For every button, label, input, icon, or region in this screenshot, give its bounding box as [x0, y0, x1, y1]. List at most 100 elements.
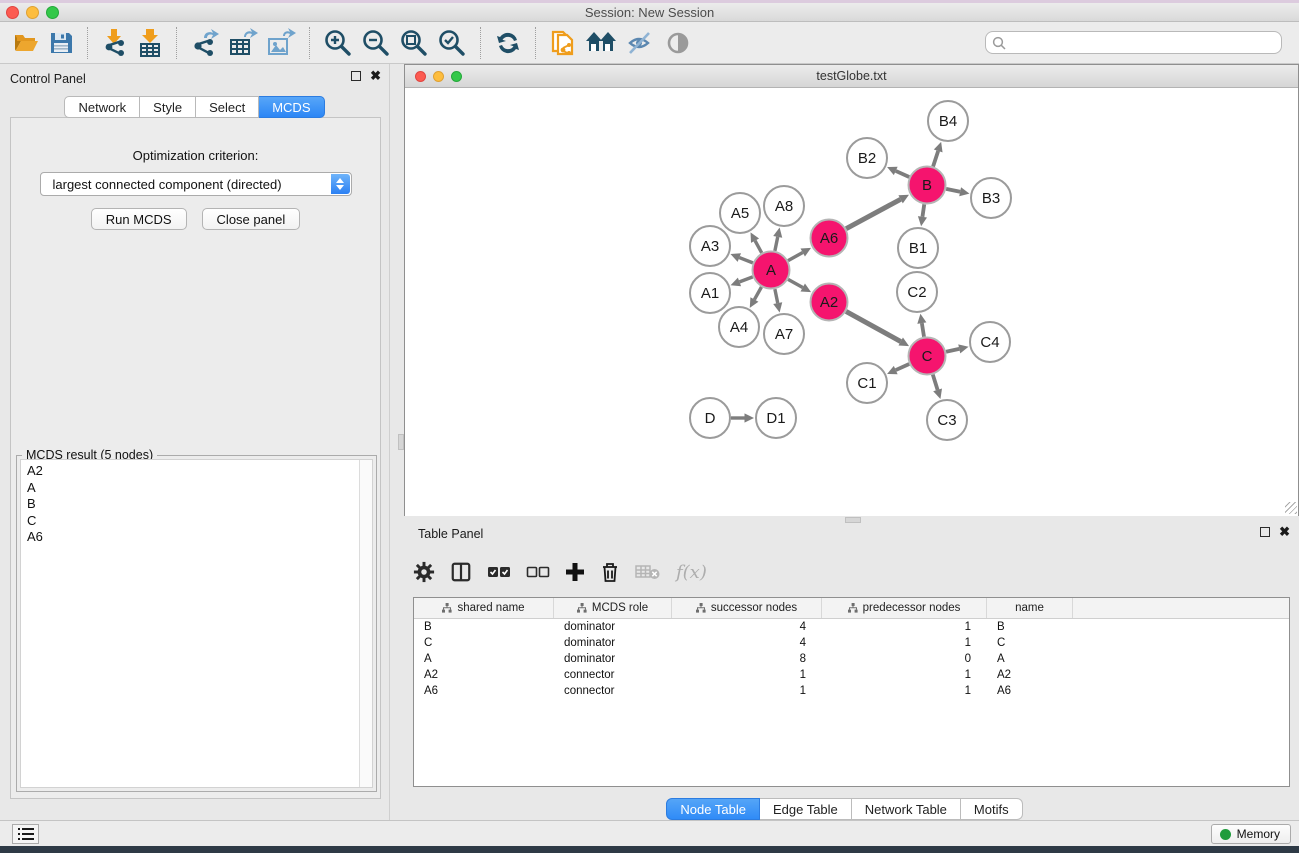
graph-edge-B-B2[interactable]: [896, 171, 909, 177]
mcds-result-item[interactable]: A6: [27, 529, 359, 546]
zoom-fit-icon[interactable]: [395, 27, 433, 59]
show-panel-icon[interactable]: [659, 27, 697, 59]
graph-node-A6[interactable]: A6: [811, 220, 848, 257]
tab-select[interactable]: Select: [196, 96, 259, 118]
graph-edge-C-C1[interactable]: [896, 364, 909, 370]
mcds-result-item[interactable]: A: [27, 480, 359, 497]
table-cell[interactable]: dominator: [554, 653, 672, 665]
table-cell[interactable]: A6: [414, 685, 554, 697]
mcds-result-item[interactable]: B: [27, 496, 359, 513]
table-cell[interactable]: 1: [822, 669, 987, 681]
graph-node-B2[interactable]: B2: [847, 138, 887, 178]
tab-node-table[interactable]: Node Table: [666, 798, 760, 820]
graph-node-B1[interactable]: B1: [898, 228, 938, 268]
graph-node-C4[interactable]: C4: [970, 322, 1010, 362]
table-cell[interactable]: A: [987, 653, 1073, 665]
column-header-MCDS-role[interactable]: MCDS role: [554, 598, 672, 618]
float-panel-icon[interactable]: [351, 71, 361, 81]
open-session-icon[interactable]: [8, 27, 44, 59]
column-header-successor-nodes[interactable]: successor nodes: [672, 598, 822, 618]
graph-edge-A2-C[interactable]: [846, 311, 901, 341]
clone-network-icon[interactable]: [545, 27, 581, 59]
graph-edge-B-B3[interactable]: [946, 189, 960, 192]
graph-edge-B-B4[interactable]: [933, 151, 938, 167]
graph-edge-C-C3[interactable]: [933, 375, 938, 390]
table-cell[interactable]: 1: [822, 621, 987, 633]
tab-network-table[interactable]: Network Table: [852, 798, 961, 820]
zoom-out-icon[interactable]: [357, 27, 395, 59]
graph-node-A5[interactable]: A5: [720, 193, 760, 233]
table-cell[interactable]: dominator: [554, 637, 672, 649]
delete-table-icon[interactable]: [635, 563, 661, 581]
tab-network[interactable]: Network: [64, 96, 140, 118]
table-cell[interactable]: 1: [672, 669, 822, 681]
function-builder-icon[interactable]: f(x): [676, 562, 707, 583]
run-mcds-button[interactable]: Run MCDS: [91, 208, 187, 230]
graph-edge-A-A6[interactable]: [788, 252, 803, 260]
deselect-all-columns-icon[interactable]: [526, 565, 550, 579]
network-canvas[interactable]: B4B2BB3A8A5A6A3B1AC2A1A2A4A7C4CC1C3DD1: [405, 89, 1298, 516]
graph-edge-A-A7[interactable]: [775, 289, 778, 303]
table-row[interactable]: A2connector11A2: [414, 667, 1289, 683]
table-cell[interactable]: 8: [672, 653, 822, 665]
column-header-name[interactable]: name: [987, 598, 1073, 618]
hide-panel-icon[interactable]: [621, 27, 659, 59]
export-image-icon[interactable]: [262, 27, 300, 59]
save-session-icon[interactable]: [44, 27, 78, 59]
column-header-shared-name[interactable]: shared name: [414, 598, 554, 618]
window-resize-grip-icon[interactable]: [1285, 502, 1297, 514]
table-cell[interactable]: connector: [554, 685, 672, 697]
table-cell[interactable]: connector: [554, 669, 672, 681]
import-table-icon[interactable]: [133, 27, 167, 59]
export-network-icon[interactable]: [186, 27, 224, 59]
create-column-icon[interactable]: [565, 562, 585, 582]
close-panel-icon[interactable]: ✖: [370, 71, 381, 81]
apply-layout-icon[interactable]: [490, 27, 526, 59]
graph-node-B4[interactable]: B4: [928, 101, 968, 141]
graph-node-C2[interactable]: C2: [897, 272, 937, 312]
graph-node-A[interactable]: A: [753, 252, 790, 289]
network-vertical-scrollbar[interactable]: [398, 434, 404, 450]
graph-node-B3[interactable]: B3: [971, 178, 1011, 218]
mcds-result-list[interactable]: A2ABCA6: [20, 459, 373, 788]
graph-edge-A6-B[interactable]: [846, 199, 900, 228]
graph-edge-A-A8[interactable]: [775, 237, 778, 251]
select-all-columns-icon[interactable]: [487, 565, 511, 579]
graph-edge-A-A4[interactable]: [754, 287, 761, 300]
graph-node-A7[interactable]: A7: [764, 314, 804, 354]
graph-edge-A-A3[interactable]: [739, 258, 753, 263]
delete-column-icon[interactable]: [600, 561, 620, 583]
tab-motifs[interactable]: Motifs: [961, 798, 1023, 820]
table-cell[interactable]: C: [414, 637, 554, 649]
home-icon[interactable]: [581, 27, 621, 59]
table-row[interactable]: Bdominator41B: [414, 619, 1289, 635]
table-row[interactable]: Cdominator41C: [414, 635, 1289, 651]
table-cell[interactable]: 1: [822, 637, 987, 649]
graph-node-A4[interactable]: A4: [719, 307, 759, 347]
mcds-result-item[interactable]: C: [27, 513, 359, 530]
mcds-list-scrollbar[interactable]: [359, 460, 372, 787]
tab-edge-table[interactable]: Edge Table: [760, 798, 852, 820]
zoom-in-icon[interactable]: [319, 27, 357, 59]
table-cell[interactable]: 1: [672, 685, 822, 697]
table-cell[interactable]: dominator: [554, 621, 672, 633]
table-row[interactable]: Adominator80A: [414, 651, 1289, 667]
table-cell[interactable]: A: [414, 653, 554, 665]
node-table[interactable]: shared nameMCDS rolesuccessor nodesprede…: [413, 597, 1290, 787]
close-panel-button[interactable]: Close panel: [202, 208, 301, 230]
memory-button[interactable]: Memory: [1211, 824, 1291, 844]
graph-node-A2[interactable]: A2: [811, 284, 848, 321]
tab-mcds[interactable]: MCDS: [259, 96, 324, 118]
export-table-icon[interactable]: [224, 27, 262, 59]
criterion-dropdown[interactable]: largest connected component (directed): [40, 172, 352, 196]
graph-node-D[interactable]: D: [690, 398, 730, 438]
mcds-result-item[interactable]: A2: [27, 463, 359, 480]
search-field[interactable]: [985, 31, 1282, 54]
table-cell[interactable]: A2: [414, 669, 554, 681]
graph-node-A3[interactable]: A3: [690, 226, 730, 266]
graph-edge-A-A1[interactable]: [739, 277, 752, 282]
graph-node-C1[interactable]: C1: [847, 363, 887, 403]
table-settings-gear-icon[interactable]: [413, 561, 435, 583]
graph-node-C3[interactable]: C3: [927, 400, 967, 440]
table-cell[interactable]: B: [414, 621, 554, 633]
